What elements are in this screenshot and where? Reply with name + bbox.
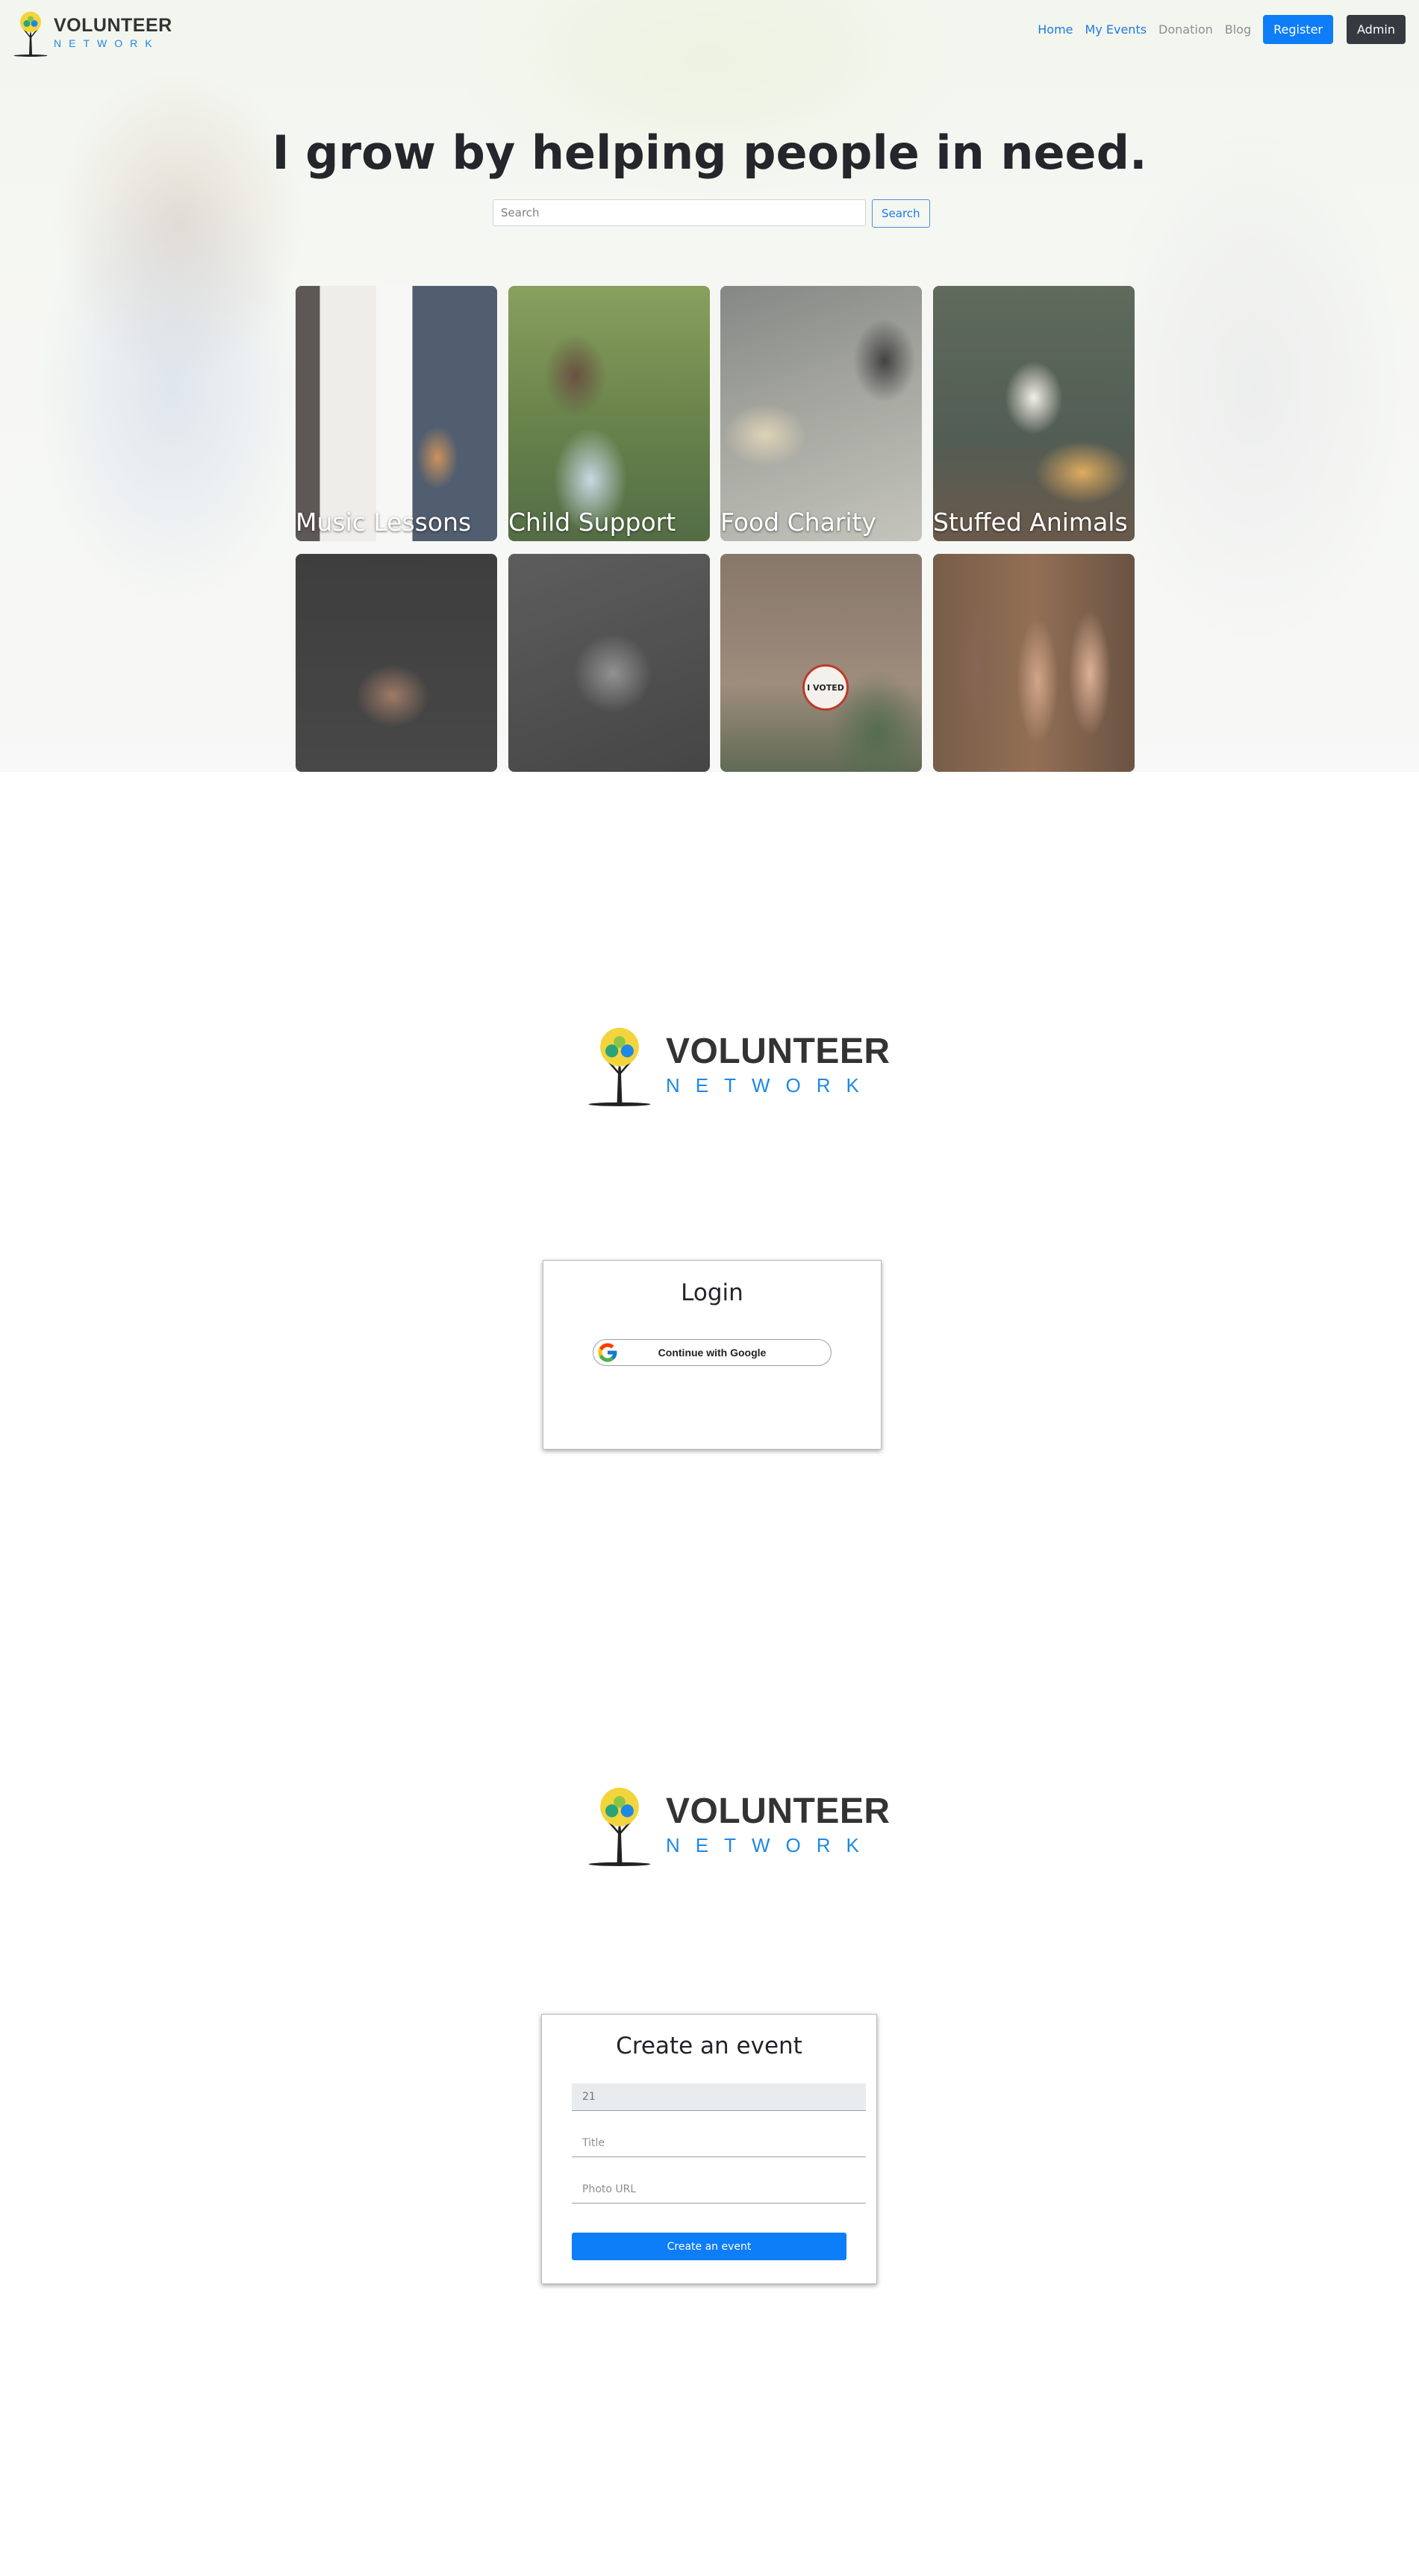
event-id-field [572, 2083, 866, 2111]
search-input[interactable] [493, 199, 866, 226]
create-event-button[interactable]: Create an event [572, 2233, 846, 2260]
nav-links: Home My Events Donation Blog Register Ad… [1026, 15, 1406, 44]
create-event-card: Create an event Create an event [541, 2014, 877, 2284]
event-card-voting[interactable]: I VOTED [720, 554, 922, 772]
event-title-input[interactable] [572, 2130, 866, 2157]
card-label: Stuffed Animals [933, 508, 1128, 537]
create-event-logo: VOLUNTEER NETWORK [579, 1783, 891, 1866]
card-label: Food Charity [720, 508, 877, 537]
card-label: Music Lessons [296, 508, 472, 537]
event-card-music-lessons[interactable]: Music Lessons [296, 286, 497, 541]
tree-logo-icon [588, 1787, 651, 1866]
google-icon [598, 1343, 617, 1362]
login-logo: VOLUNTEER NETWORK [579, 1023, 891, 1106]
logo-subtitle: NETWORK [666, 1834, 875, 1856]
hero-section: VOLUNTEER NETWORK Home My Events Donatio… [0, 0, 1419, 772]
logo-title: VOLUNTEER [666, 1791, 891, 1831]
nav-donation-link[interactable]: Donation [1158, 22, 1213, 37]
brand-logo[interactable]: VOLUNTEER NETWORK [12, 7, 172, 57]
search-bar: Search [493, 199, 930, 228]
tree-logo-icon [13, 11, 48, 57]
login-card: Login Continue with Google [543, 1260, 882, 1450]
google-signin-button[interactable]: Continue with Google [593, 1339, 832, 1366]
i-voted-sticker: I VOTED [802, 664, 849, 711]
login-title: Login [681, 1279, 743, 1306]
nav-blog-link[interactable]: Blog [1225, 22, 1251, 37]
search-button[interactable]: Search [872, 199, 930, 228]
event-card-water[interactable] [296, 554, 497, 772]
event-card-food-charity[interactable]: Food Charity [720, 286, 922, 541]
admin-button[interactable]: Admin [1347, 15, 1406, 44]
logo-subtitle: NETWORK [666, 1074, 875, 1097]
google-button-label: Continue with Google [658, 1347, 767, 1359]
event-photo-url-input[interactable] [572, 2176, 866, 2204]
tree-logo-icon [588, 1027, 651, 1106]
logo-title: VOLUNTEER [666, 1032, 891, 1071]
hero-title: I grow by helping people in need. [272, 125, 1147, 180]
create-event-title: Create an event [616, 2033, 802, 2059]
event-card-driving[interactable] [508, 554, 710, 772]
brand-title: VOLUNTEER [54, 14, 172, 36]
event-card-hands[interactable] [933, 554, 1135, 772]
register-button[interactable]: Register [1263, 15, 1333, 44]
navbar: VOLUNTEER NETWORK Home My Events Donatio… [0, 0, 1419, 64]
event-card-child-support[interactable]: Child Support [508, 286, 710, 541]
card-label: Child Support [508, 508, 676, 537]
brand-subtitle: NETWORK [54, 37, 160, 49]
nav-home-link[interactable]: Home [1038, 22, 1073, 37]
nav-my-events-link[interactable]: My Events [1085, 22, 1147, 37]
event-card-stuffed-animals[interactable]: Stuffed Animals [933, 286, 1135, 541]
